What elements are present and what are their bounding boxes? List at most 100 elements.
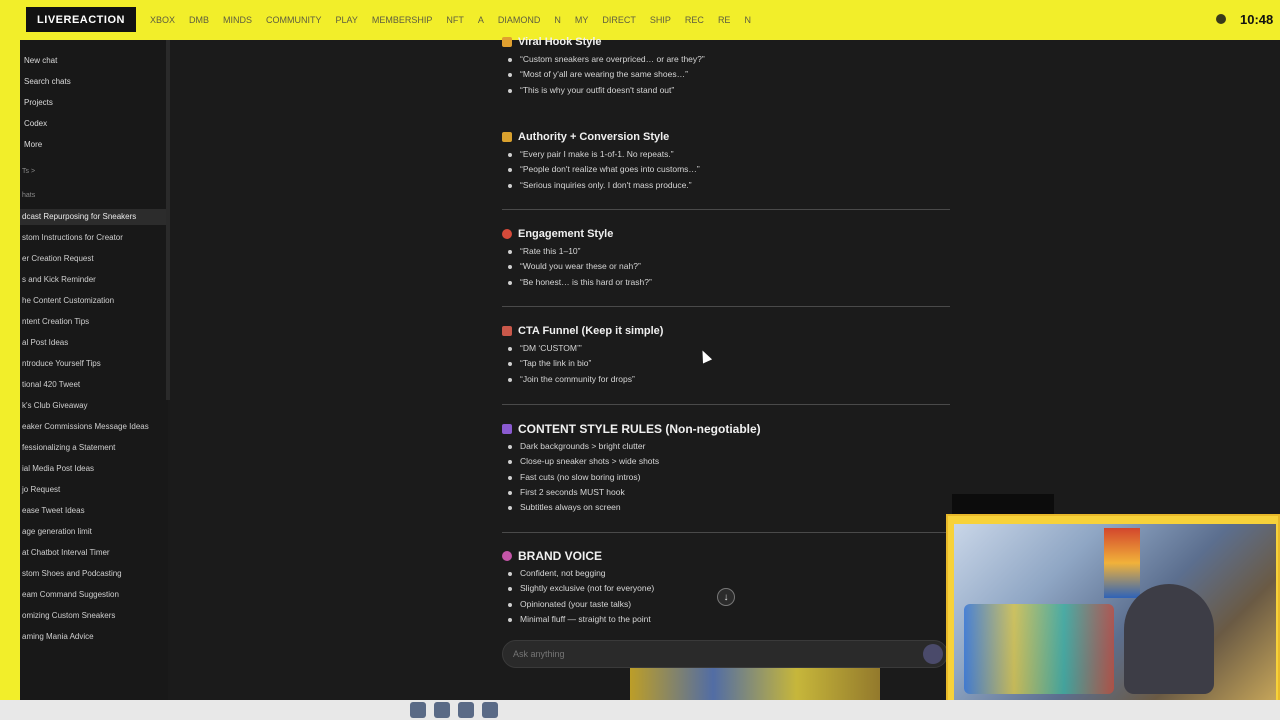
- chat-history-item[interactable]: ntent Creation Tips: [20, 314, 168, 330]
- ticker-item: COMMUNITY: [266, 15, 322, 25]
- divider: [502, 209, 950, 210]
- list-item: “Join the community for drops”: [502, 372, 952, 387]
- list-item: Minimal fluff — straight to the point: [502, 612, 952, 627]
- ticker-item: SHIP: [649, 15, 671, 25]
- list-item: “Tap the link in bio”: [502, 356, 952, 371]
- chat-history-item[interactable]: jo Request: [20, 482, 168, 498]
- list-item: “Rate this 1–10”: [502, 244, 952, 259]
- chat-history-item[interactable]: ntroduce Yourself Tips: [20, 356, 168, 372]
- ticker-item: MINDS: [223, 15, 253, 25]
- chat-history-item[interactable]: k's Club Giveaway: [20, 398, 168, 414]
- stream-brand-text: LIVEREACTION: [37, 13, 125, 26]
- chat-history-item[interactable]: fessionalizing a Statement: [20, 440, 168, 456]
- taskbar-app-icon[interactable]: [458, 702, 474, 718]
- ticker-item: A: [477, 15, 484, 25]
- section-title-text: Viral Hook Style: [518, 36, 602, 48]
- divider: [502, 404, 950, 405]
- wall-poster: [1104, 528, 1140, 598]
- chat-history-item[interactable]: al Post Ideas: [20, 335, 168, 351]
- sidebar-item-more[interactable]: More: [24, 140, 42, 149]
- list-item: “Be honest… is this hard or trash?”: [502, 275, 952, 290]
- sidebar-item-projects[interactable]: Projects: [24, 98, 53, 107]
- section-title: Viral Hook Style: [502, 34, 952, 50]
- section-engagement: Engagement Style “Rate this 1–10” “Would…: [502, 226, 952, 290]
- chat-history-item[interactable]: dcast Repurposing for Sneakers: [20, 209, 168, 225]
- ticker-item: MY: [574, 15, 589, 25]
- ticker-item: MEMBERSHIP: [371, 15, 433, 25]
- section-cta-funnel: CTA Funnel (Keep it simple) “DM ‘CUSTOM’…: [502, 323, 952, 387]
- list-item: Fast cuts (no slow boring intros): [502, 470, 952, 485]
- ticker-item: DIRECT: [602, 15, 636, 25]
- rocket-icon: [502, 326, 512, 336]
- message-composer[interactable]: [502, 640, 948, 668]
- ticker-item: DIAMOND: [497, 15, 541, 25]
- taskbar-app-icon[interactable]: [410, 702, 426, 718]
- chat-history-item[interactable]: er Creation Request: [20, 251, 168, 267]
- chat-history-item[interactable]: stom Shoes and Podcasting: [20, 566, 168, 582]
- ticker-item: N: [744, 15, 751, 25]
- sidebar-item-search-chats[interactable]: Search chats: [24, 77, 71, 86]
- ticker-item: REC: [684, 15, 704, 25]
- chat-history-item[interactable]: ial Media Post Ideas: [20, 461, 168, 477]
- list-item: “Every pair I make is 1-of-1. No repeats…: [502, 147, 952, 162]
- section-viral-hook: Viral Hook Style “Custom sneakers are ov…: [502, 34, 952, 98]
- voice-button[interactable]: [923, 644, 943, 664]
- list-item: “Most of y'all are wearing the same shoe…: [502, 67, 952, 82]
- sidebar-item-codex[interactable]: Codex: [24, 119, 47, 128]
- list-item: “Would you wear these or nah?”: [502, 259, 952, 274]
- scroll-down-button[interactable]: ↓: [717, 588, 735, 606]
- chat-history-item[interactable]: tional 420 Tweet: [20, 377, 168, 393]
- section-title: Authority + Conversion Style: [502, 129, 952, 145]
- stream-brand-logo: LIVEREACTION: [26, 7, 136, 32]
- money-bag-icon: [502, 132, 512, 142]
- divider: [502, 306, 950, 307]
- sneakers-on-desk: [964, 604, 1114, 694]
- chat-history-item[interactable]: he Content Customization: [20, 293, 168, 309]
- list-item: “People don't realize what goes into cus…: [502, 162, 952, 177]
- chat-history-item[interactable]: omizing Custom Sneakers: [20, 608, 168, 624]
- list-item: Subtitles always on screen: [502, 500, 952, 515]
- chat-history-item[interactable]: ease Tweet Ideas: [20, 503, 168, 519]
- section-content-style-rules: CONTENT STYLE RULES (Non-negotiable) Dar…: [502, 421, 952, 515]
- overlay-alert-banner: [630, 668, 880, 702]
- webcam-overlay: [946, 514, 1280, 706]
- chat-history-item[interactable]: aming Mania Advice: [20, 629, 168, 645]
- section-authority: Authority + Conversion Style “Every pair…: [502, 129, 952, 193]
- list-item: Confident, not begging: [502, 566, 952, 581]
- clock: 10:48: [1240, 12, 1274, 27]
- arrow-down-icon: ↓: [723, 591, 729, 603]
- ticker-item: PLAY: [335, 15, 358, 25]
- chat-history-item[interactable]: at Chatbot Interval Timer: [20, 545, 168, 561]
- sidebar: New chat Search chats Projects Codex Mor…: [20, 40, 168, 700]
- divider: [502, 532, 950, 533]
- sidebar-section-gpts[interactable]: Ts >: [22, 168, 35, 175]
- streamer: [1124, 584, 1214, 694]
- taskbar: [0, 700, 1280, 720]
- ticker-item: NFT: [446, 15, 464, 25]
- target-icon: [502, 229, 512, 239]
- ticker-item: RE: [717, 15, 731, 25]
- chat-history-item[interactable]: age generation limit: [20, 524, 168, 540]
- section-title: Engagement Style: [502, 226, 952, 242]
- chat-history-item[interactable]: s and Kick Reminder: [20, 272, 168, 288]
- section-title-text: BRAND VOICE: [518, 549, 603, 563]
- ticker-item: XBOX: [150, 15, 176, 25]
- prompt-input[interactable]: [513, 649, 893, 659]
- chat-history-item[interactable]: eaker Commissions Message Ideas: [20, 419, 168, 435]
- sidebar-item-new-chat[interactable]: New chat: [24, 56, 57, 65]
- webcam-label-tab: [952, 494, 1054, 514]
- list-item: Close-up sneaker shots > wide shots: [502, 454, 952, 469]
- list-item: “Custom sneakers are overpriced… or are …: [502, 52, 952, 67]
- taskbar-app-icon[interactable]: [434, 702, 450, 718]
- list-item: “DM ‘CUSTOM’”: [502, 341, 952, 356]
- section-title: CTA Funnel (Keep it simple): [502, 323, 952, 339]
- chat-history-item[interactable]: eam Command Suggestion: [20, 587, 168, 603]
- stream-ticker: XBOX DMB MINDS COMMUNITY PLAY MEMBERSHIP NFT A D…: [150, 12, 1190, 28]
- ticker-item: DMB: [189, 15, 210, 25]
- chat-history-item[interactable]: stom Instructions for Creator: [20, 230, 168, 246]
- list-item: “This is why your outfit doesn't stand o…: [502, 83, 952, 98]
- webcam-feed: [954, 524, 1276, 704]
- section-title-text: CONTENT STYLE RULES (Non-negotiable): [518, 422, 761, 436]
- section-title-text: Engagement Style: [518, 228, 614, 240]
- taskbar-app-icon[interactable]: [482, 702, 498, 718]
